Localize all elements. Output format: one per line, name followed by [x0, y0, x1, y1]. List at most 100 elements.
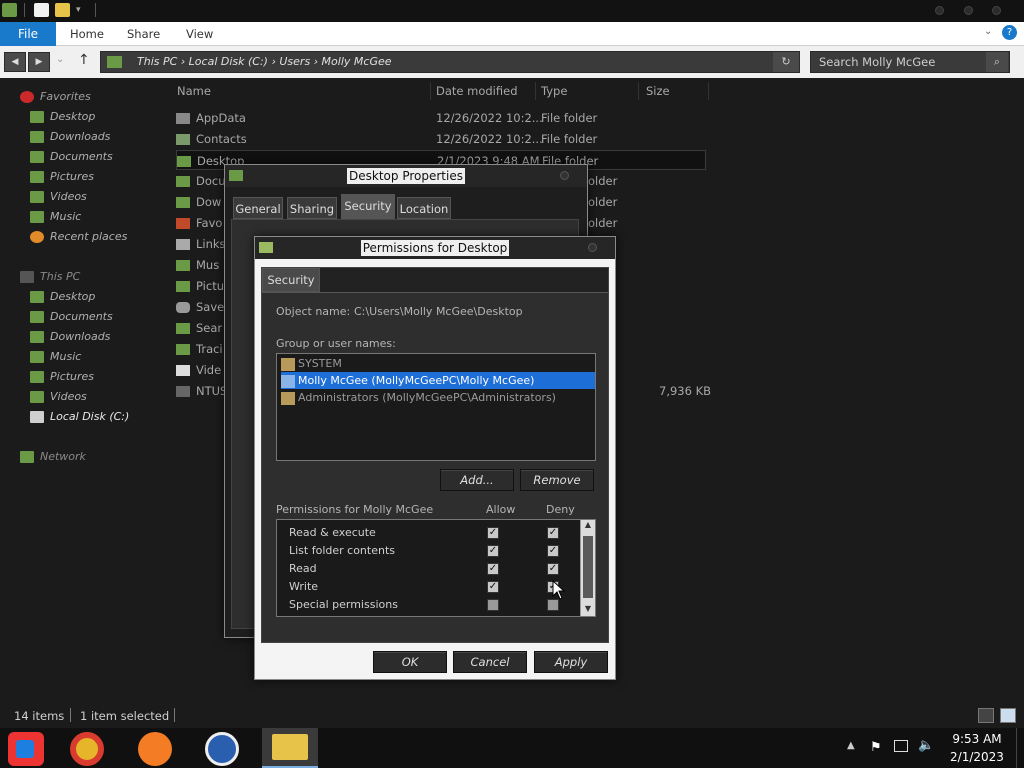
- add-button[interactable]: Add...: [440, 469, 514, 491]
- tab-security[interactable]: Security: [262, 268, 320, 292]
- file-row[interactable]: AppData 12/26/2022 10:2... File folder: [176, 108, 706, 128]
- app-icon[interactable]: [205, 732, 239, 766]
- allow-checkbox[interactable]: ✓: [487, 545, 499, 557]
- volume-icon[interactable]: 🔈: [918, 738, 934, 753]
- file-explorer-taskbar-button[interactable]: [262, 728, 318, 768]
- quick-access-dropdown-icon[interactable]: ▾: [76, 5, 81, 15]
- sidebar-item-downloads[interactable]: Downloads: [30, 128, 110, 146]
- help-icon[interactable]: ?: [1002, 25, 1017, 40]
- folder-icon[interactable]: [2, 3, 17, 17]
- forward-button[interactable]: ▶: [28, 52, 50, 72]
- large-icons-view-icon[interactable]: [1000, 708, 1016, 723]
- allow-checkbox[interactable]: ✓: [487, 581, 499, 593]
- sidebar-item-videos[interactable]: Videos: [30, 188, 87, 206]
- apply-button[interactable]: Apply: [534, 651, 608, 673]
- clock-time[interactable]: 9:53 AM: [946, 732, 1008, 746]
- folder-icon: [176, 344, 190, 355]
- allow-checkbox[interactable]: ✓: [487, 563, 499, 575]
- deny-checkbox[interactable]: ✓: [547, 527, 559, 539]
- sidebar-this-pc[interactable]: This PC: [20, 268, 80, 286]
- sidebar-item-music[interactable]: Music: [30, 208, 81, 226]
- minimize-button[interactable]: [935, 6, 944, 15]
- sidebar-item-pc-documents[interactable]: Documents: [30, 308, 113, 326]
- allow-checkbox[interactable]: [487, 599, 499, 611]
- show-desktop-button[interactable]: [1016, 728, 1024, 768]
- users-icon: [281, 357, 295, 371]
- column-divider: [430, 82, 431, 100]
- close-button[interactable]: [588, 243, 597, 252]
- list-item-selected[interactable]: Molly McGee (MollyMcGeePC\Molly McGee): [281, 372, 595, 389]
- tab-view[interactable]: View: [186, 22, 213, 46]
- ok-button[interactable]: OK: [373, 651, 447, 673]
- sidebar-item-documents[interactable]: Documents: [30, 148, 113, 166]
- network-icon[interactable]: [894, 740, 908, 752]
- search-input[interactable]: Search Molly McGee: [810, 51, 1010, 73]
- sidebar-item-pc-music[interactable]: Music: [30, 348, 81, 366]
- allow-checkbox[interactable]: ✓: [487, 527, 499, 539]
- tab-security[interactable]: Security: [341, 194, 395, 219]
- tab-sharing[interactable]: Sharing: [287, 197, 337, 219]
- list-item[interactable]: SYSTEM: [281, 355, 595, 372]
- user-list[interactable]: SYSTEM Molly McGee (MollyMcGeePC\Molly M…: [276, 353, 596, 461]
- tab-general[interactable]: General: [233, 197, 283, 219]
- sidebar-item-desktop[interactable]: Desktop: [30, 108, 95, 126]
- chrome-icon[interactable]: [70, 732, 104, 766]
- object-name-value: C:\Users\Molly McGee\Desktop: [354, 305, 523, 318]
- sidebar-item-local-disk[interactable]: Local Disk (C:): [30, 408, 129, 426]
- sidebar-item-pc-videos[interactable]: Videos: [30, 388, 87, 406]
- sidebar-header-label: Network: [40, 450, 86, 463]
- properties-icon[interactable]: [34, 3, 49, 17]
- deny-checkbox[interactable]: ✓: [547, 545, 559, 557]
- close-button[interactable]: [560, 171, 569, 180]
- back-button[interactable]: ◀: [4, 52, 26, 72]
- tab-home[interactable]: Home: [70, 22, 104, 46]
- file-row[interactable]: Contacts 12/26/2022 10:2... File folder: [176, 129, 706, 149]
- refresh-icon[interactable]: ↻: [773, 52, 799, 72]
- sidebar-item-label: Pictures: [50, 370, 95, 383]
- deny-checkbox[interactable]: [547, 599, 559, 611]
- details-view-icon[interactable]: [978, 708, 994, 723]
- start-icon[interactable]: [8, 732, 44, 766]
- user-name: SYSTEM: [298, 357, 342, 370]
- mouse-cursor-icon: [552, 580, 566, 600]
- deny-checkbox[interactable]: ✓: [547, 563, 559, 575]
- column-header-size[interactable]: Size: [646, 84, 670, 98]
- file-name: NTUS: [196, 384, 228, 398]
- column-header-date[interactable]: Date modified: [436, 84, 518, 98]
- clock-date[interactable]: 2/1/2023: [946, 750, 1008, 764]
- tab-share[interactable]: Share: [127, 22, 160, 46]
- list-item[interactable]: Administrators (MollyMcGeePC\Administrat…: [281, 389, 595, 406]
- sidebar-item-pc-desktop[interactable]: Desktop: [30, 288, 95, 306]
- search-icon[interactable]: ⌕: [986, 52, 1008, 72]
- scroll-up-icon[interactable]: ▲: [581, 520, 595, 532]
- sidebar-network[interactable]: Network: [20, 448, 86, 466]
- remove-button[interactable]: Remove: [520, 469, 594, 491]
- recent-locations-icon[interactable]: ⌄: [56, 54, 64, 65]
- cancel-button[interactable]: Cancel: [453, 651, 527, 673]
- tab-file[interactable]: File: [0, 22, 56, 46]
- close-button[interactable]: [992, 6, 1001, 15]
- up-arrow-icon[interactable]: ↑: [78, 52, 90, 68]
- column-header-name[interactable]: Name: [177, 84, 211, 98]
- show-hidden-icons-icon[interactable]: ▲: [847, 740, 855, 751]
- column-header-type[interactable]: Type: [541, 84, 567, 98]
- breadcrumb[interactable]: This PC › Local Disk (C:) › Users › Moll…: [137, 52, 392, 72]
- expand-ribbon-icon[interactable]: ⌄: [984, 26, 992, 37]
- sidebar-item-pictures[interactable]: Pictures: [30, 168, 94, 186]
- tab-location[interactable]: Location: [397, 197, 451, 219]
- sidebar-item-pc-pictures[interactable]: Pictures: [30, 368, 94, 386]
- new-folder-icon[interactable]: [55, 3, 70, 17]
- scrollbar-thumb[interactable]: [583, 536, 593, 598]
- maximize-button[interactable]: [964, 6, 973, 15]
- file-name: Traci: [196, 342, 223, 356]
- sidebar-item-pc-downloads[interactable]: Downloads: [30, 328, 110, 346]
- scroll-down-icon[interactable]: ▼: [581, 604, 595, 616]
- file-type: older: [588, 216, 618, 230]
- firefox-icon[interactable]: [138, 732, 172, 766]
- address-bar[interactable]: This PC › Local Disk (C:) › Users › Moll…: [100, 51, 800, 73]
- flag-icon[interactable]: ⚑: [870, 740, 882, 755]
- sidebar-item-recent-places[interactable]: Recent places: [30, 228, 127, 246]
- sidebar-favorites[interactable]: Favorites: [20, 88, 91, 106]
- file-type: older: [588, 174, 618, 188]
- scrollbar[interactable]: ▲ ▼: [580, 520, 595, 616]
